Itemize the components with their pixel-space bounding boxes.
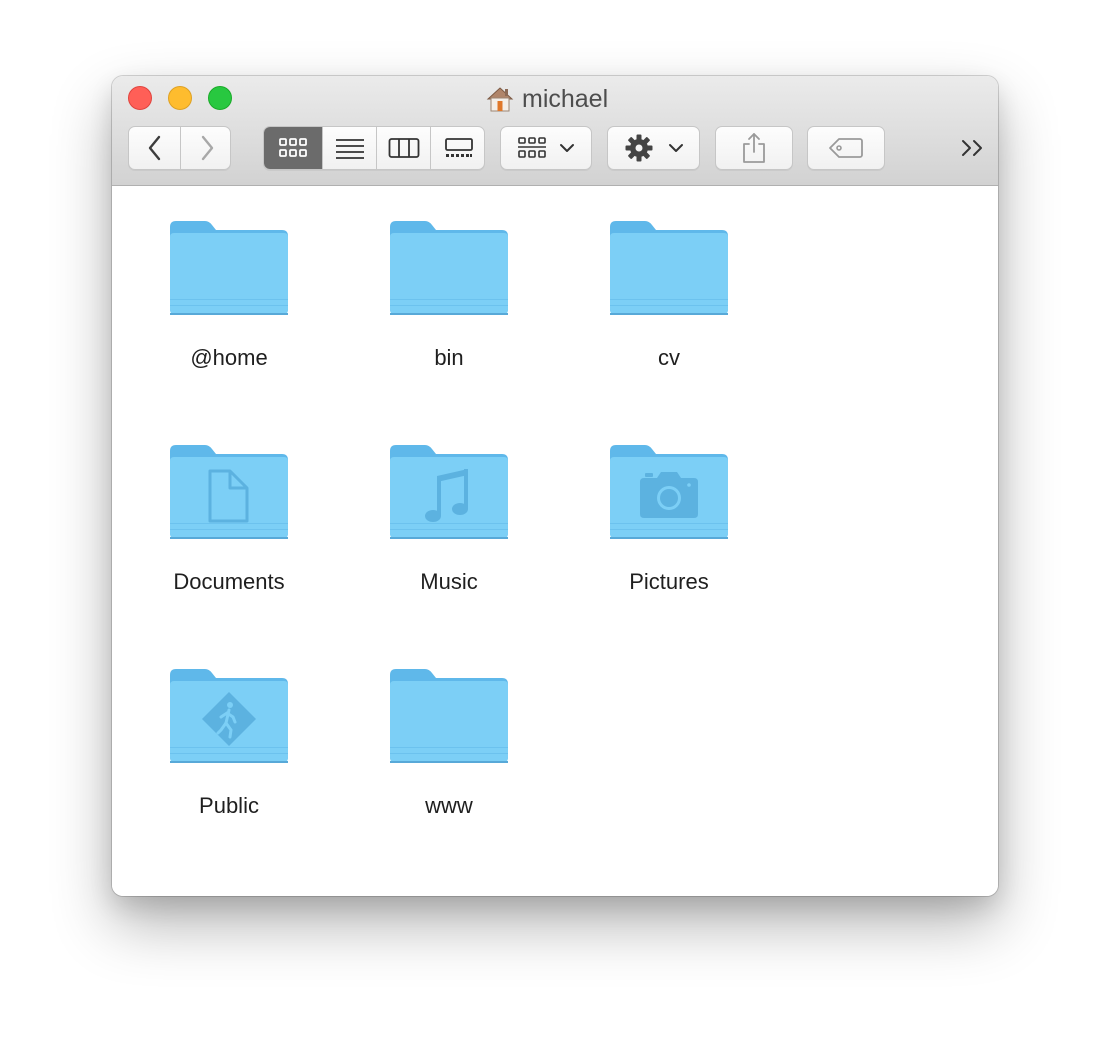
folder-label: www	[425, 793, 473, 818]
chevron-left-icon	[148, 135, 160, 161]
list-view-button[interactable]	[322, 127, 376, 169]
music-folder-icon	[390, 445, 508, 539]
folder-icon	[610, 221, 728, 315]
folder-label: @home	[190, 345, 268, 370]
columns-icon	[388, 138, 419, 158]
folder-item[interactable]: Public	[139, 667, 319, 857]
folder-icon	[390, 669, 508, 763]
group-button[interactable]	[500, 126, 592, 170]
chevron-down-icon	[668, 144, 683, 152]
group-grid-icon	[518, 137, 546, 158]
icon-view-button[interactable]	[264, 127, 322, 169]
view-mode-control	[263, 126, 485, 170]
column-view-button[interactable]	[376, 127, 430, 169]
folder-icon	[390, 221, 508, 315]
gallery-view-button[interactable]	[430, 127, 484, 169]
folder-item[interactable]: Music	[359, 443, 539, 633]
folder-icon	[170, 221, 288, 315]
documents-folder-icon	[170, 445, 288, 539]
gallery-icon	[444, 138, 473, 157]
action-button[interactable]	[607, 126, 700, 170]
share-icon	[743, 133, 765, 163]
window-title-text: michael	[522, 84, 609, 113]
window-title: michael	[486, 84, 608, 114]
grid-icon	[279, 138, 307, 157]
public-folder-icon	[170, 669, 288, 763]
home-icon	[486, 87, 514, 112]
list-icon	[335, 139, 364, 159]
folder-item[interactable]: www	[359, 667, 539, 857]
folder-label: cv	[658, 345, 680, 370]
folder-item[interactable]: Pictures	[579, 443, 759, 633]
nav-buttons	[128, 126, 231, 170]
back-button[interactable]	[129, 127, 180, 169]
folder-label: Music	[420, 569, 478, 594]
toolbar-overflow-button[interactable]	[958, 134, 988, 162]
folder-item[interactable]: @home	[139, 219, 319, 409]
folder-item[interactable]: Documents	[139, 443, 319, 633]
gear-icon	[625, 134, 652, 162]
minimize-button[interactable]	[168, 86, 192, 110]
chevron-right-icon	[201, 135, 213, 161]
folder-item[interactable]: bin	[359, 219, 539, 409]
toolbar: michael	[112, 76, 998, 186]
pictures-folder-icon	[610, 445, 728, 539]
zoom-button[interactable]	[208, 86, 232, 110]
folder-item[interactable]: cv	[579, 219, 759, 409]
tag-button[interactable]	[807, 126, 885, 170]
chevron-down-icon	[560, 144, 574, 152]
folder-label: Pictures	[629, 569, 709, 594]
tag-icon	[829, 138, 863, 158]
file-grid: @home bin cv Documents Music Pictures Pu…	[112, 186, 998, 896]
share-button[interactable]	[715, 126, 793, 170]
folder-label: bin	[434, 345, 464, 370]
double-chevron-right-icon	[962, 140, 982, 156]
close-button[interactable]	[128, 86, 152, 110]
forward-button[interactable]	[180, 127, 232, 169]
folder-label: Documents	[173, 569, 285, 594]
finder-window: michael @home bin cv Documents Music Pic…	[112, 76, 998, 896]
folder-label: Public	[199, 793, 259, 818]
